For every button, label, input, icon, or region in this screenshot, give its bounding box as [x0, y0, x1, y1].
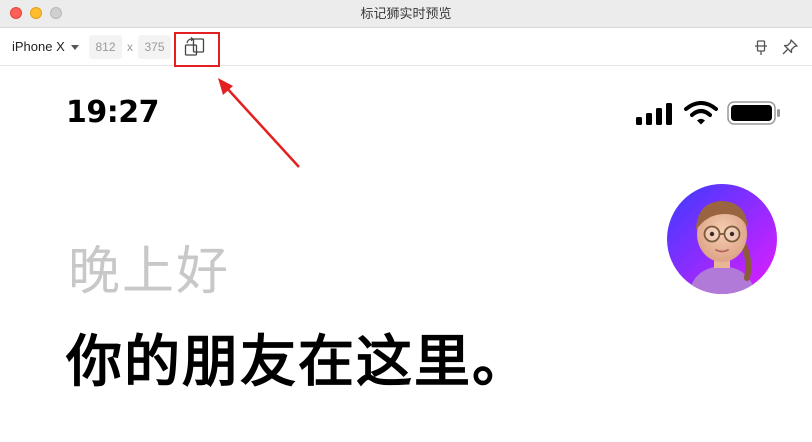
dimension-separator: x [127, 40, 133, 54]
status-time: 19:27 [66, 95, 160, 130]
pin-icon [782, 39, 798, 55]
avatar-image [667, 184, 777, 294]
preview-window: 标记狮实时预览 iPhone X 812 x 375 19:27 晚上好 你的朋… [0, 0, 812, 442]
device-dropdown[interactable]: iPhone X [12, 28, 79, 66]
window-title: 标记狮实时预览 [360, 6, 452, 21]
wifi-icon [684, 101, 718, 125]
cellular-signal-icon [636, 103, 672, 125]
title-bar: 标记狮实时预览 [0, 0, 812, 28]
rotate-button-highlight [174, 32, 220, 67]
device-label: iPhone X [12, 39, 65, 54]
pin-horizontal-button[interactable] [752, 38, 770, 56]
pin-horizontal-icon [755, 40, 767, 55]
headline-text: 你的朋友在这里。 [66, 330, 530, 395]
pin-button[interactable] [781, 38, 799, 56]
battery-icon [727, 101, 780, 125]
chevron-down-icon [70, 45, 79, 51]
device-preview: 19:27 晚上好 你的朋友在这里。 [0, 67, 812, 442]
height-field[interactable]: 375 [138, 35, 171, 59]
greeting-text: 晚上好 [68, 242, 231, 302]
width-field[interactable]: 812 [89, 35, 122, 59]
avatar[interactable] [667, 184, 777, 294]
toolbar: iPhone X 812 x 375 [0, 28, 812, 66]
